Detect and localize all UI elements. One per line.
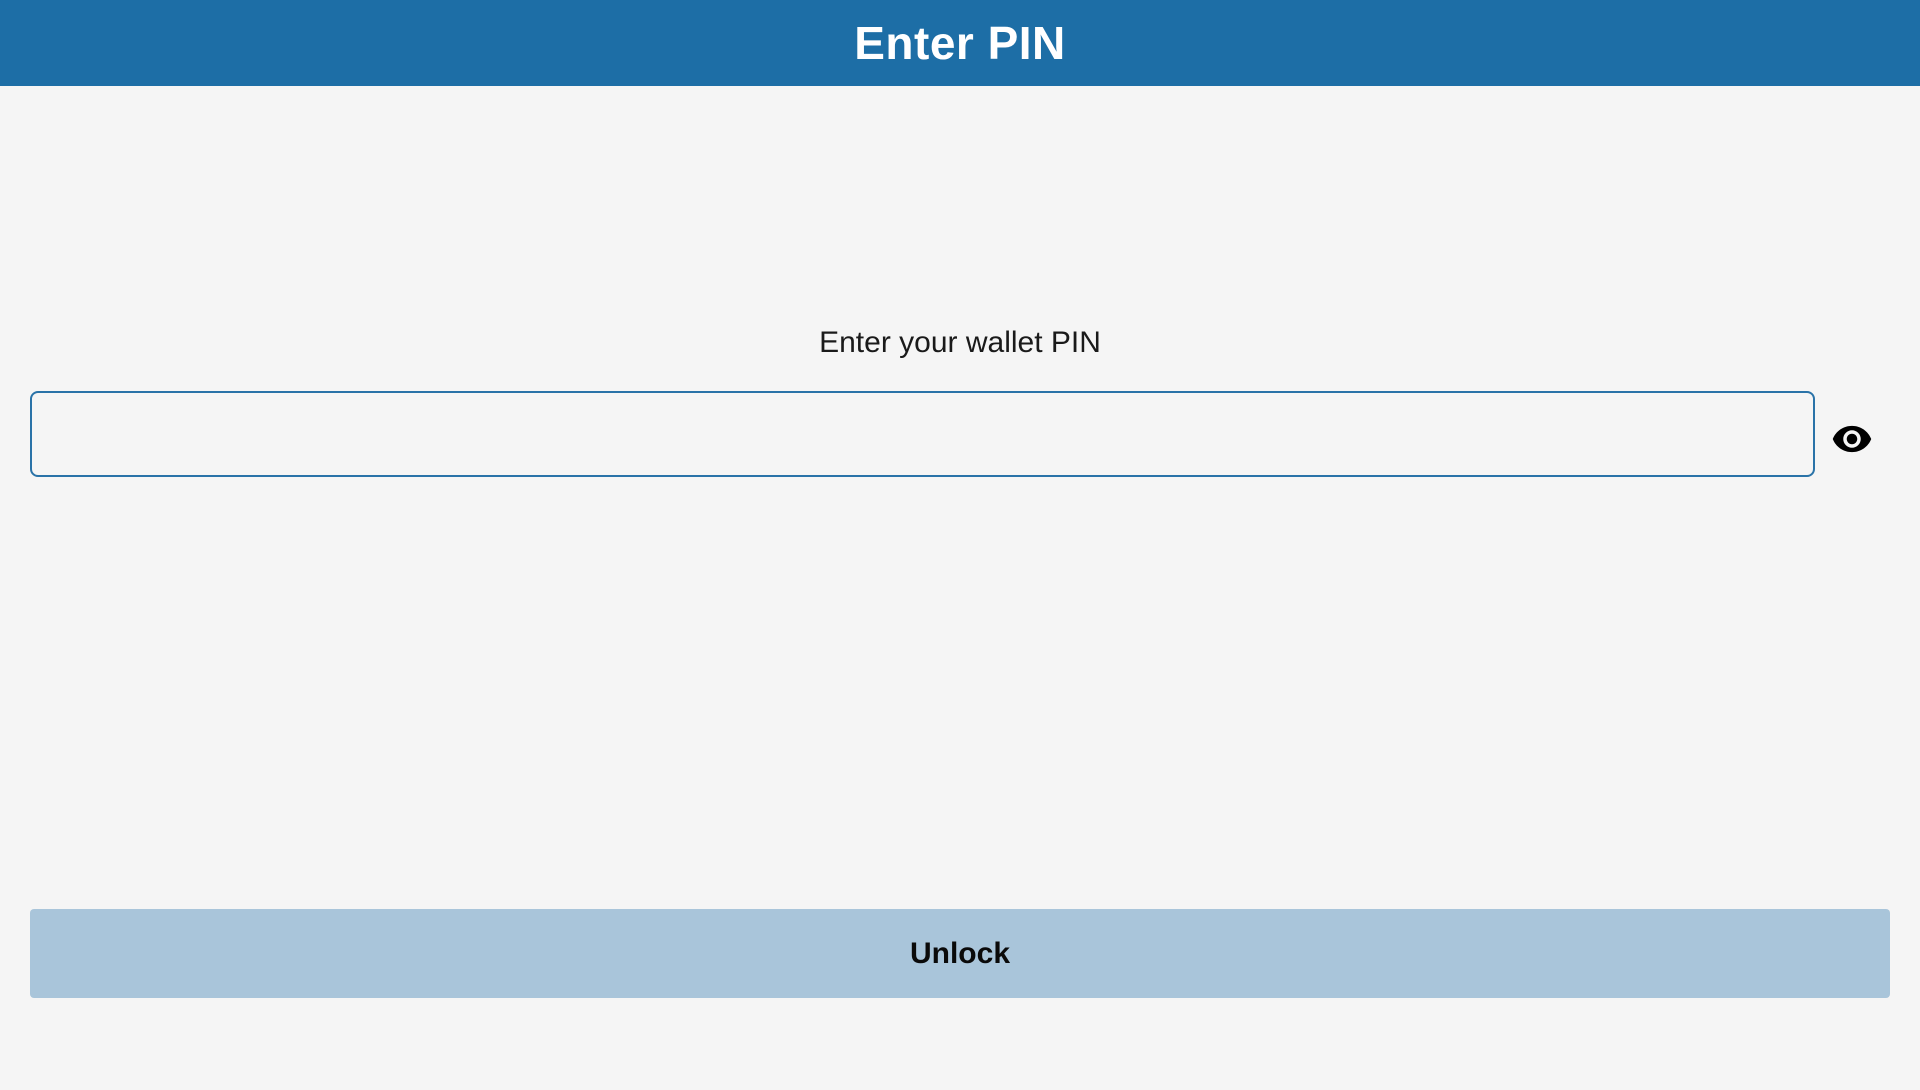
unlock-button-label: Unlock — [909, 936, 1011, 970]
pin-screen: Enter PIN Enter your wallet PIN Unlock — [0, 0, 1920, 1090]
eye-icon — [1832, 425, 1872, 453]
pin-input[interactable] — [30, 391, 1815, 477]
pin-prompt-label: Enter your wallet PIN — [819, 326, 1101, 359]
app-header: Enter PIN — [0, 0, 1920, 86]
show-pin-toggle[interactable] — [1830, 417, 1874, 461]
unlock-button[interactable]: Unlock — [30, 909, 1890, 998]
page-title: Enter PIN — [854, 17, 1066, 69]
